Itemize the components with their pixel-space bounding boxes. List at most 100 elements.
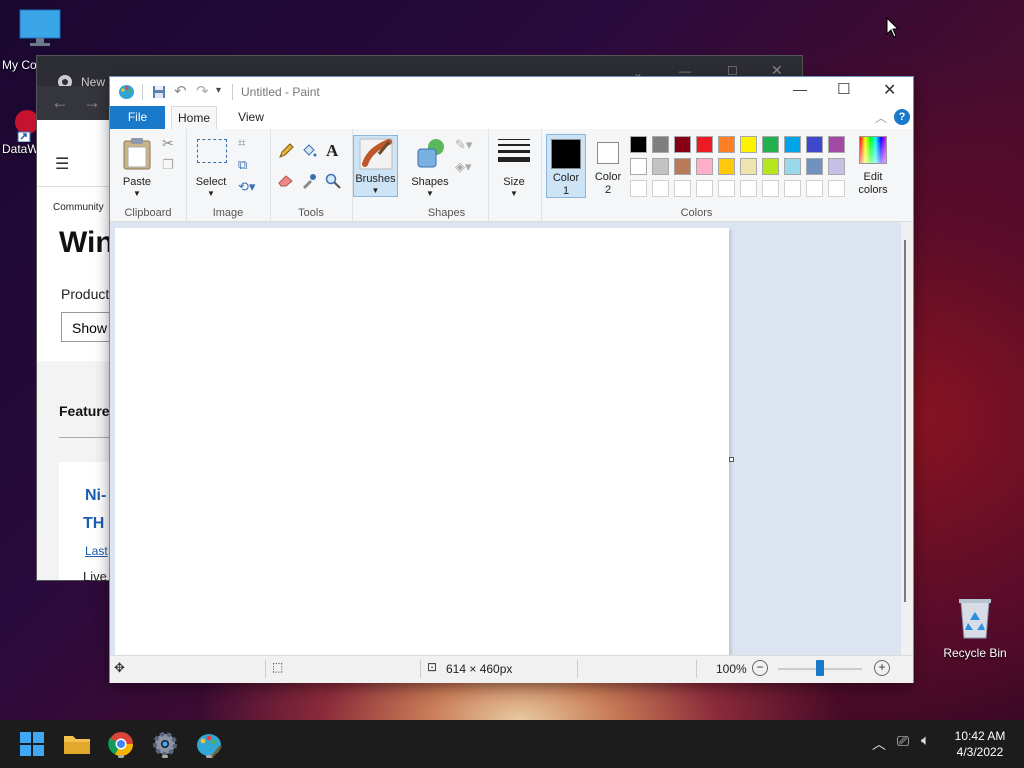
palette-swatch[interactable] (784, 180, 801, 197)
start-button[interactable] (16, 728, 48, 760)
redo-icon[interactable]: ↷ (196, 82, 209, 100)
undo-icon[interactable]: ↶ (174, 82, 187, 100)
color2-button[interactable]: Color 2 (589, 134, 627, 198)
clock[interactable]: 10:42 AM 4/3/2022 (944, 728, 1016, 760)
eraser-icon[interactable] (278, 173, 294, 187)
paint-titlebar[interactable]: ↶ ↷ ▾ Untitled - Paint — ☐ ✕ (110, 77, 913, 106)
scrollbar-thumb[interactable] (904, 240, 906, 602)
volume-icon[interactable]: 🔈︎ (921, 732, 930, 749)
palette-swatch[interactable] (806, 136, 823, 153)
minimize-icon[interactable]: — (679, 64, 691, 78)
fill-bucket-icon[interactable] (301, 143, 317, 159)
shapes-icon (417, 139, 444, 168)
collapse-ribbon-icon[interactable]: ︿ (875, 109, 887, 126)
qa-customize-icon[interactable]: ▾ (216, 85, 221, 96)
select-button[interactable]: Select ▼ (194, 133, 228, 199)
palette-swatch[interactable] (740, 136, 757, 153)
hamburger-menu-icon[interactable]: ☰ (55, 154, 69, 174)
zoom-level: 100% (716, 662, 747, 676)
canvas-resize-handle[interactable] (729, 457, 734, 462)
size-button[interactable]: Size ▼ (492, 133, 536, 199)
palette-swatch[interactable] (652, 158, 669, 175)
select-label: Select (195, 176, 227, 188)
brushes-button[interactable]: Brushes ▼ (353, 135, 398, 197)
taskbar-file-explorer[interactable] (61, 728, 93, 760)
resize-icon[interactable]: ⧉ (238, 157, 247, 173)
zoom-in-icon[interactable]: + (874, 660, 890, 676)
drawing-canvas[interactable] (115, 228, 729, 655)
cut-icon[interactable]: ✂ (162, 135, 174, 152)
palette-swatch[interactable] (630, 136, 647, 153)
help-icon[interactable]: ? (894, 109, 910, 125)
text-icon[interactable]: A (326, 141, 338, 161)
copy-icon[interactable]: ❐ (162, 157, 174, 173)
rainbow-icon (859, 136, 887, 164)
color1-button[interactable]: Color 1 (546, 134, 586, 198)
card-title-line2[interactable]: TH (83, 515, 104, 533)
desktop-icon-recycle-bin[interactable]: Recycle Bin (938, 596, 1012, 660)
maximize-icon[interactable]: ☐ (727, 64, 738, 78)
palette-swatch[interactable] (652, 180, 669, 197)
palette-swatch[interactable] (740, 158, 757, 175)
pencil-icon[interactable] (278, 143, 294, 159)
palette-swatch[interactable] (828, 158, 845, 175)
tab-file[interactable]: File (110, 106, 165, 129)
edit-colors-button[interactable]: Edit colors (852, 134, 894, 198)
palette-swatch[interactable] (806, 180, 823, 197)
palette-swatch[interactable] (762, 158, 779, 175)
tab-home[interactable]: Home (171, 106, 217, 129)
palette-swatch[interactable] (784, 136, 801, 153)
paste-button[interactable]: Paste ▼ (116, 133, 158, 199)
palette-swatch[interactable] (630, 158, 647, 175)
card-title-line1[interactable]: Ni- (85, 487, 106, 505)
taskbar-paint[interactable] (193, 728, 225, 760)
zoom-out-icon[interactable]: − (752, 660, 768, 676)
palette-swatch[interactable] (696, 180, 713, 197)
palette-swatch[interactable] (806, 158, 823, 175)
forward-arrow-icon[interactable]: → (83, 92, 101, 113)
palette-swatch[interactable] (674, 180, 691, 197)
magnifier-icon[interactable] (325, 173, 341, 189)
palette-swatch[interactable] (828, 136, 845, 153)
outline-icon[interactable]: ✎▾ (455, 137, 472, 153)
palette-swatch[interactable] (696, 136, 713, 153)
palette-swatch[interactable] (784, 158, 801, 175)
palette-swatch[interactable] (652, 136, 669, 153)
palette-swatch[interactable] (718, 180, 735, 197)
community-link[interactable]: Community (53, 202, 104, 213)
minimize-button[interactable]: — (793, 81, 807, 97)
palette-swatch[interactable] (674, 158, 691, 175)
last-link[interactable]: Last (85, 544, 108, 558)
fill-icon[interactable]: ◈▾ (455, 159, 472, 175)
taskbar-chrome[interactable] (105, 728, 137, 760)
taskbar-settings[interactable] (149, 728, 181, 760)
rotate-icon[interactable]: ⟲▾ (238, 179, 255, 195)
palette-swatch[interactable] (740, 180, 757, 197)
crop-icon[interactable]: ⌗ (238, 135, 245, 151)
paint-window[interactable]: ↶ ↷ ▾ Untitled - Paint — ☐ ✕ File Home V… (110, 77, 913, 683)
network-icon[interactable]: ⎚ (897, 733, 909, 750)
palette-swatch[interactable] (828, 180, 845, 197)
zoom-slider-thumb[interactable] (816, 660, 824, 676)
desktop-icon-datawrapper[interactable]: DataW (2, 108, 42, 156)
palette-swatch[interactable] (630, 180, 647, 197)
qa-separator (232, 84, 233, 100)
shapes-button[interactable]: Shapes ▼ (409, 133, 451, 199)
save-icon[interactable] (152, 85, 166, 99)
vertical-scrollbar[interactable] (901, 222, 913, 655)
palette-swatch[interactable] (718, 158, 735, 175)
shapes-group-label: Shapes (427, 207, 466, 219)
tools-group: A Tools (270, 129, 353, 221)
back-arrow-icon[interactable]: ← (51, 92, 69, 113)
tab-view[interactable]: View (230, 106, 272, 129)
palette-swatch[interactable] (762, 180, 779, 197)
palette-swatch[interactable] (674, 136, 691, 153)
color-picker-icon[interactable] (301, 173, 317, 189)
maximize-button[interactable]: ☐ (837, 80, 850, 98)
palette-swatch[interactable] (718, 136, 735, 153)
show-hidden-icons[interactable]: ︿ (872, 734, 886, 754)
close-button[interactable]: ✕ (883, 80, 896, 100)
desktop-icon-label: Recycle Bin (943, 646, 1007, 660)
palette-swatch[interactable] (762, 136, 779, 153)
palette-swatch[interactable] (696, 158, 713, 175)
